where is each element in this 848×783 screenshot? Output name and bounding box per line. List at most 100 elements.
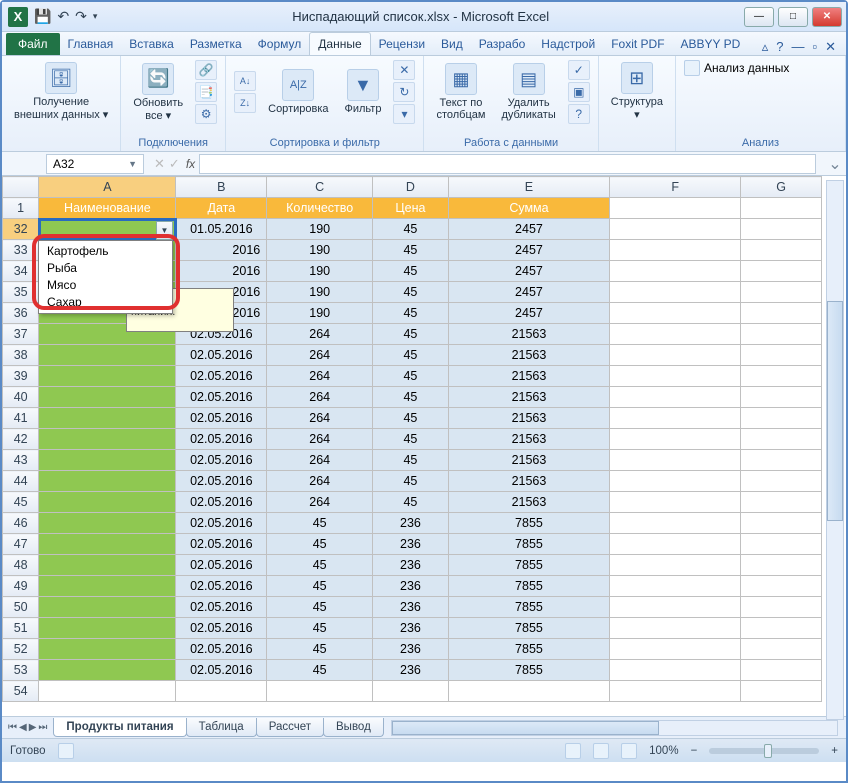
edit-links-button[interactable]: ⚙ — [195, 104, 217, 124]
cell[interactable] — [39, 597, 176, 618]
cell[interactable] — [267, 681, 373, 702]
remove-duplicates-button[interactable]: ▤ Удалить дубликаты — [497, 61, 559, 123]
cell[interactable] — [610, 471, 741, 492]
cell[interactable] — [610, 597, 741, 618]
cell[interactable] — [39, 366, 176, 387]
col-header-c[interactable]: C — [267, 177, 373, 198]
row-header[interactable]: 45 — [3, 492, 39, 513]
properties-button[interactable]: 📑 — [195, 82, 217, 102]
cell[interactable] — [610, 660, 741, 681]
row-header[interactable]: 39 — [3, 366, 39, 387]
cell[interactable]: 45 — [373, 387, 449, 408]
cell[interactable] — [610, 450, 741, 471]
cell[interactable]: 236 — [373, 555, 449, 576]
horizontal-scrollbar[interactable] — [391, 720, 838, 736]
cell[interactable]: 2457 — [448, 282, 609, 303]
col-header-d[interactable]: D — [373, 177, 449, 198]
cell[interactable] — [741, 219, 822, 240]
cell[interactable]: 02.05.2016 — [176, 345, 267, 366]
list-item[interactable]: Рыба — [39, 260, 172, 277]
save-icon[interactable]: 💾 — [34, 8, 51, 25]
cell[interactable]: 45 — [267, 597, 373, 618]
view-pagebreak-icon[interactable] — [621, 743, 637, 759]
cell[interactable]: 264 — [267, 471, 373, 492]
cell[interactable]: 45 — [267, 639, 373, 660]
cell[interactable] — [39, 387, 176, 408]
cell[interactable] — [741, 240, 822, 261]
list-item[interactable]: Мясо — [39, 277, 172, 294]
validation-dropdown-arrow[interactable]: ▼ — [156, 221, 173, 240]
cell[interactable]: 236 — [373, 513, 449, 534]
cell[interactable] — [741, 681, 822, 702]
cell[interactable]: 45 — [373, 345, 449, 366]
cell[interactable]: 264 — [267, 366, 373, 387]
cell[interactable] — [610, 219, 741, 240]
cell[interactable] — [741, 492, 822, 513]
row-header[interactable]: 34 — [3, 261, 39, 282]
cell[interactable]: 45 — [267, 555, 373, 576]
tab-formulas[interactable]: Формул — [250, 33, 310, 55]
col-header-e[interactable]: E — [448, 177, 609, 198]
reapply-button[interactable]: ↻ — [393, 82, 415, 102]
tab-addins[interactable]: Надстрой — [533, 33, 603, 55]
view-normal-icon[interactable] — [565, 743, 581, 759]
cell[interactable] — [741, 618, 822, 639]
cell[interactable] — [39, 555, 176, 576]
col-header-f[interactable]: F — [610, 177, 741, 198]
tab-home[interactable]: Главная — [60, 33, 122, 55]
cell[interactable]: 7855 — [448, 534, 609, 555]
cell[interactable] — [39, 681, 176, 702]
cell[interactable] — [741, 198, 822, 219]
cell[interactable] — [39, 429, 176, 450]
cell[interactable]: 02.05.2016 — [176, 513, 267, 534]
cell[interactable]: 02.05.2016 — [176, 576, 267, 597]
cell[interactable]: 264 — [267, 429, 373, 450]
cell[interactable]: 264 — [267, 324, 373, 345]
name-box[interactable]: A32▼ — [46, 154, 144, 174]
cell[interactable] — [741, 429, 822, 450]
cell[interactable]: 02.05.2016 — [176, 366, 267, 387]
cell[interactable]: 21563 — [448, 450, 609, 471]
whatif-button[interactable]: ? — [568, 104, 590, 124]
row-header[interactable]: 50 — [3, 597, 39, 618]
cell[interactable] — [741, 366, 822, 387]
cell[interactable]: 45 — [373, 261, 449, 282]
cell[interactable] — [610, 345, 741, 366]
vertical-scroll-thumb[interactable] — [827, 301, 843, 521]
cell[interactable]: 2457 — [448, 240, 609, 261]
cell[interactable]: 7855 — [448, 555, 609, 576]
row-header[interactable]: 37 — [3, 324, 39, 345]
row-header[interactable]: 51 — [3, 618, 39, 639]
cell[interactable]: 02.05.2016 — [176, 660, 267, 681]
cell[interactable]: 236 — [373, 660, 449, 681]
sheet-nav-prev-icon[interactable]: ◀ — [19, 722, 27, 733]
cell[interactable]: 45 — [267, 660, 373, 681]
cell[interactable]: 190 — [267, 261, 373, 282]
cell[interactable] — [39, 660, 176, 681]
cell[interactable]: 21563 — [448, 492, 609, 513]
cell[interactable]: 45 — [267, 534, 373, 555]
expand-formula-bar-icon[interactable]: ⌄ — [824, 154, 846, 174]
cell[interactable] — [741, 324, 822, 345]
cell[interactable] — [610, 198, 741, 219]
tab-insert[interactable]: Вставка — [121, 33, 182, 55]
cell[interactable] — [373, 681, 449, 702]
doc-restore-icon[interactable]: ▫ — [812, 39, 817, 55]
row-header[interactable]: 54 — [3, 681, 39, 702]
horizontal-scroll-thumb[interactable] — [392, 721, 659, 735]
tab-layout[interactable]: Разметка — [182, 33, 250, 55]
data-analysis-button[interactable]: Анализ данных — [684, 60, 789, 76]
zoom-out-button[interactable]: − — [691, 745, 698, 757]
cell[interactable]: 45 — [373, 240, 449, 261]
cell[interactable] — [610, 240, 741, 261]
cell[interactable] — [741, 555, 822, 576]
cell[interactable]: 02.05.2016 — [176, 387, 267, 408]
cell[interactable]: 190 — [267, 219, 373, 240]
cell[interactable] — [39, 618, 176, 639]
cell[interactable] — [610, 282, 741, 303]
cell[interactable] — [610, 534, 741, 555]
row-header[interactable]: 42 — [3, 429, 39, 450]
col-header-b[interactable]: B — [176, 177, 267, 198]
cell[interactable] — [741, 513, 822, 534]
vertical-scrollbar[interactable] — [826, 180, 844, 720]
